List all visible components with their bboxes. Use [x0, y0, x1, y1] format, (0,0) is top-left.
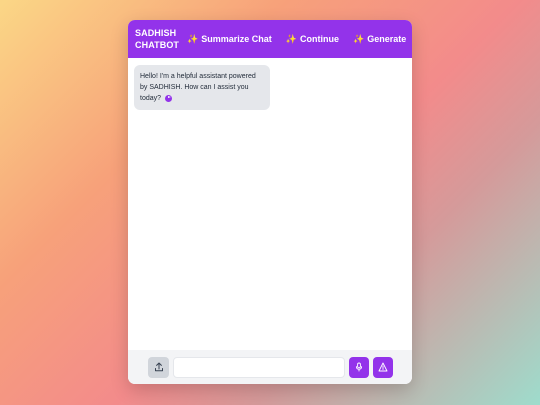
chat-header: SADHISH CHATBOT ✨ Summarize Chat ✨ Conti…	[128, 20, 412, 58]
sparkle-icon: ✨	[285, 33, 297, 44]
upload-button[interactable]	[148, 356, 169, 378]
send-icon	[378, 362, 388, 372]
summarize-chat-label: Summarize Chat	[201, 34, 272, 44]
chat-window: SADHISH CHATBOT ✨ Summarize Chat ✨ Conti…	[128, 20, 412, 384]
upload-icon	[154, 362, 163, 372]
continue-button[interactable]: ✨ Continue	[286, 34, 339, 45]
generate-button[interactable]: ✨ Generate	[353, 34, 406, 45]
bot-message-text: Hello! I'm a helpful assistant powered b…	[140, 73, 256, 102]
message-list: Hello! I'm a helpful assistant powered b…	[128, 58, 412, 350]
sparkle-icon: ✨	[187, 33, 199, 44]
header-actions: ✨ Summarize Chat ✨ Continue ✨ Generate	[187, 34, 406, 45]
brand-title: SADHISH CHATBOT	[135, 28, 180, 50]
sparkle-icon: ✨	[353, 33, 365, 44]
play-icon[interactable]	[165, 94, 173, 102]
message-input[interactable]	[173, 356, 345, 378]
microphone-icon	[355, 362, 363, 372]
summarize-chat-button[interactable]: ✨ Summarize Chat	[187, 34, 272, 45]
continue-label: Continue	[300, 34, 339, 44]
send-button[interactable]	[373, 356, 393, 378]
bot-message: Hello! I'm a helpful assistant powered b…	[134, 65, 270, 110]
microphone-button[interactable]	[349, 356, 369, 378]
generate-label: Generate	[367, 34, 407, 44]
composer	[128, 350, 412, 384]
